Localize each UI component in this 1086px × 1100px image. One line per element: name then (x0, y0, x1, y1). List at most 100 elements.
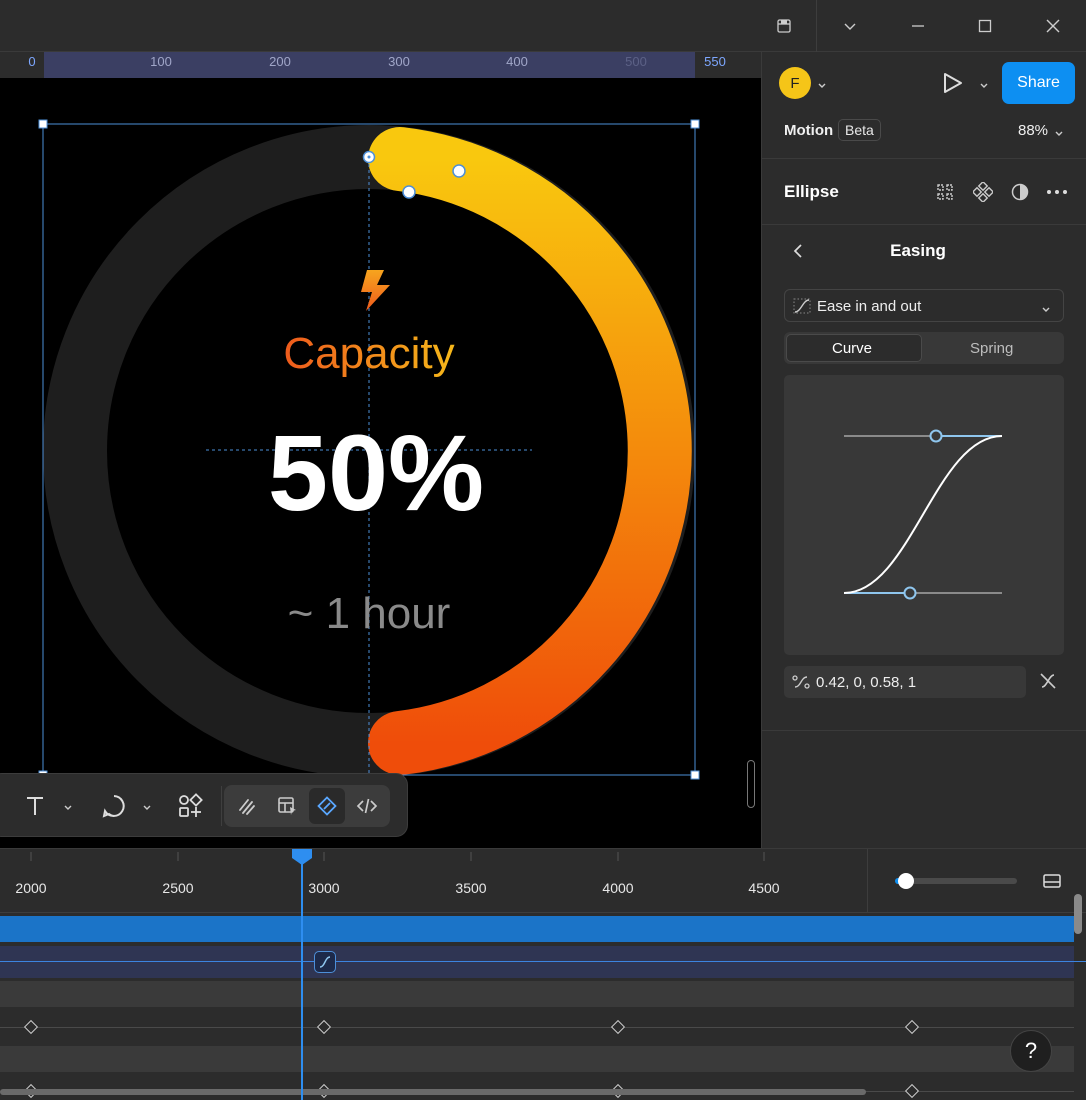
keyframe[interactable] (316, 1019, 332, 1035)
arc-sweep-handle[interactable] (452, 164, 466, 178)
chevron-down-icon[interactable] (63, 800, 73, 818)
ruler-tick: 400 (506, 54, 528, 69)
design-canvas[interactable]: Capacity 50% ~ 1 hour (0, 78, 761, 848)
play-icon[interactable] (940, 71, 964, 100)
timeline-tick: 3500 (455, 880, 487, 896)
timeline-header-divider (0, 912, 1086, 913)
bezier-values-field[interactable]: 0.42, 0, 0.58, 1 (784, 666, 1026, 698)
detach-icon[interactable] (1038, 671, 1058, 696)
window-layout-icon[interactable] (768, 10, 800, 42)
easing-transition-marker[interactable] (314, 951, 336, 973)
timeline-tick: 2500 (162, 880, 194, 896)
capacity-widget[interactable]: Capacity 50% ~ 1 hour (0, 78, 761, 848)
title-bar-separator (816, 0, 817, 52)
code-icon[interactable] (356, 795, 378, 822)
motion-label: Motion (784, 122, 834, 139)
timeline-track[interactable] (0, 1046, 1074, 1072)
arc-start-handle-dot (367, 155, 371, 159)
motion-tool-active[interactable] (309, 788, 345, 824)
easing-title: Easing (890, 241, 946, 260)
ruler-tick: 550 (704, 54, 726, 69)
tab-curve[interactable]: Curve (832, 340, 872, 357)
chevron-down-icon[interactable] (979, 78, 989, 96)
mask-icon[interactable] (1010, 182, 1030, 207)
maximize-icon[interactable] (969, 10, 1001, 42)
selection-handle[interactable] (690, 119, 700, 129)
keyframe[interactable] (610, 1019, 626, 1035)
timeline-track[interactable] (0, 1076, 1074, 1100)
timeline-panel: 2000 2500 3000 3500 4000 4500 ? (0, 848, 1086, 1100)
bezier-curve (843, 435, 1003, 594)
minimize-icon[interactable] (902, 10, 934, 42)
timeline-vertical-scrollbar[interactable] (1074, 894, 1082, 934)
chevron-down-icon[interactable] (1054, 126, 1064, 144)
timeline-track[interactable] (0, 981, 1074, 1007)
grid-icon[interactable] (935, 182, 955, 207)
text-icon[interactable] (23, 794, 47, 823)
timeline-header-divider (867, 849, 868, 913)
title-bar (0, 0, 1086, 52)
bezier-curve-editor[interactable] (784, 375, 1064, 655)
beta-badge: Beta (838, 119, 881, 141)
transition-line (0, 961, 1086, 962)
keyframe[interactable] (23, 1019, 39, 1035)
lightning-icon (361, 270, 390, 311)
divider (762, 224, 1086, 225)
divider (762, 158, 1086, 159)
control-point-2[interactable] (929, 429, 943, 443)
close-icon[interactable] (1037, 10, 1069, 42)
layer-name: Ellipse (784, 182, 839, 201)
timeline-zoom-slider[interactable] (895, 873, 1017, 889)
control-point-1[interactable] (903, 586, 917, 600)
chevron-down-icon[interactable] (142, 800, 152, 818)
bezier-values: 0.42, 0, 0.58, 1 (816, 674, 917, 691)
table-icon[interactable] (276, 795, 298, 822)
playhead-handle[interactable] (290, 849, 314, 865)
selection-handle[interactable] (690, 770, 700, 780)
easing-preset-dropdown[interactable]: Ease in and out (784, 289, 1064, 322)
easing-preset-label: Ease in and out (817, 298, 922, 315)
panel-layout-icon[interactable] (1042, 872, 1062, 895)
avatar[interactable]: F (779, 67, 811, 99)
bezier-icon (792, 674, 810, 695)
tool-group (224, 785, 390, 827)
component-icon[interactable] (971, 180, 995, 207)
canvas-scrollbar[interactable] (747, 760, 755, 808)
divider (762, 730, 1086, 731)
keyframe[interactable] (904, 1083, 920, 1099)
ruler-tick: 0 (28, 54, 36, 69)
timeline-track[interactable] (0, 1011, 1074, 1043)
shape-icon[interactable] (101, 793, 127, 824)
chevron-down-icon[interactable] (834, 10, 866, 42)
zoom-level[interactable]: 88% (1018, 122, 1048, 139)
toolbar-divider (221, 786, 222, 826)
widget-title: Capacity (283, 329, 454, 378)
easing-mode-toggle: Curve Spring (784, 332, 1064, 364)
more-options-icon[interactable] (1046, 182, 1068, 207)
timeline-tick: 2000 (15, 880, 47, 896)
tab-spring[interactable]: Spring (970, 340, 1013, 357)
widget-subtitle: ~ 1 hour (288, 589, 451, 638)
ruler-tick: 300 (388, 54, 410, 69)
selection-handle[interactable] (38, 119, 48, 129)
easing-curve-icon (793, 298, 811, 319)
motion-icon (316, 795, 338, 822)
timeline-ruler-ticks (30, 852, 765, 861)
share-button[interactable]: Share (1002, 62, 1075, 104)
bottom-toolbar (0, 773, 408, 837)
help-button[interactable]: ? (1010, 1030, 1052, 1072)
widget-value: 50% (268, 412, 484, 533)
pen-icon[interactable] (236, 795, 258, 822)
timeline-track-selected[interactable] (0, 916, 1074, 942)
ruler-selection-range (44, 52, 695, 78)
timeline-track-animation[interactable] (0, 946, 1086, 978)
keyframe[interactable] (904, 1019, 920, 1035)
horizontal-ruler: 0 100 200 300 400 500 550 (0, 52, 761, 78)
slider-thumb[interactable] (898, 873, 914, 889)
components-icon[interactable] (177, 793, 203, 824)
timeline-tick: 4000 (602, 880, 634, 896)
timeline-tick: 3000 (308, 880, 340, 896)
arc-ratio-handle[interactable] (402, 185, 416, 199)
timeline-horizontal-scrollbar[interactable] (0, 1089, 866, 1095)
chevron-down-icon[interactable] (817, 78, 827, 96)
